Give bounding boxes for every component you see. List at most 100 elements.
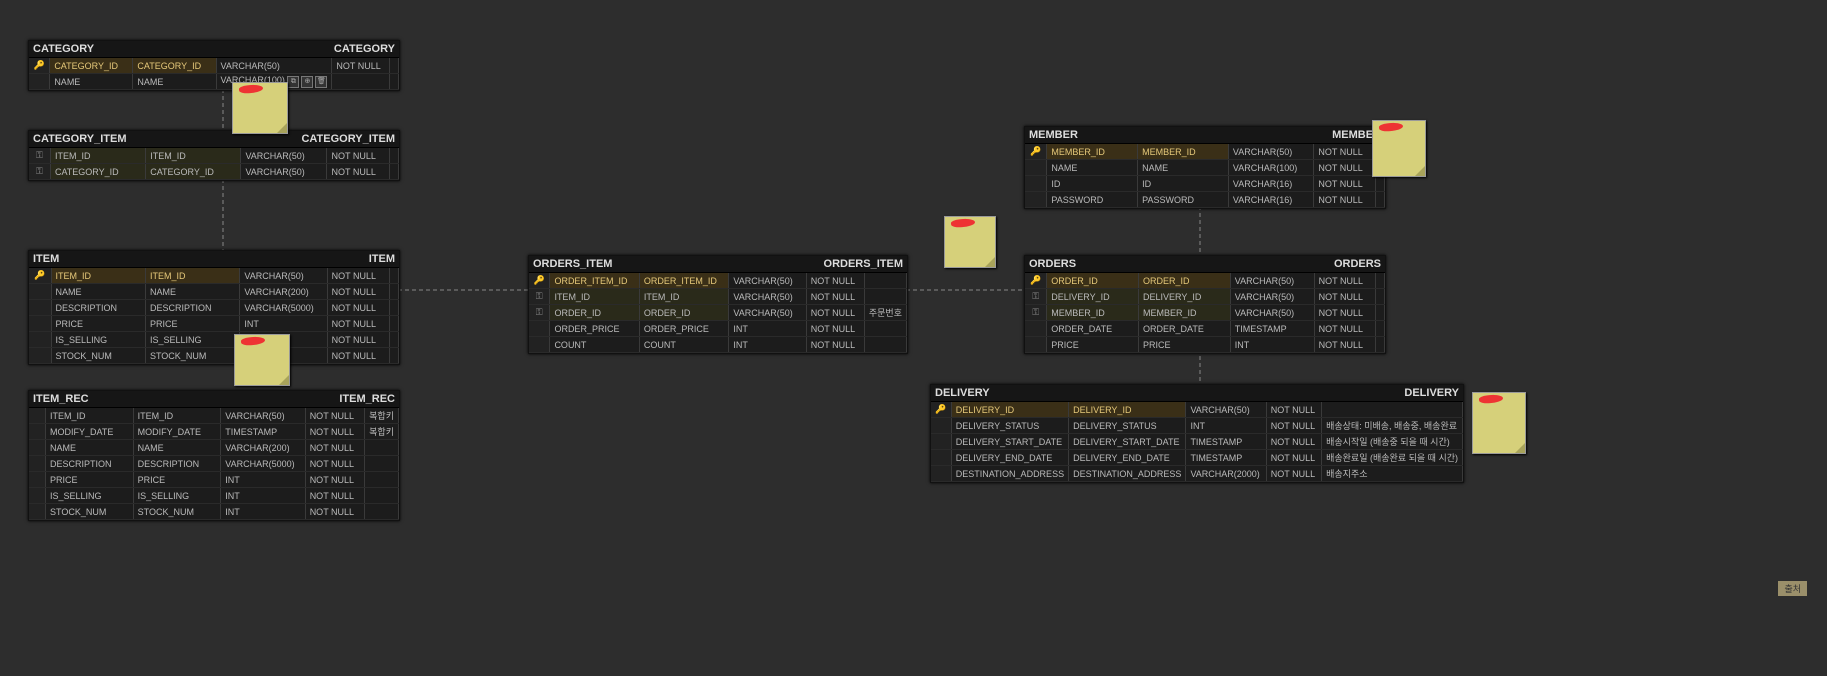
column-row[interactable]: DESCRIPTIONDESCRIPTIONVARCHAR(5000)NOT N… (29, 300, 399, 316)
column-row[interactable]: ⚿CATEGORY_IDCATEGORY_IDVARCHAR(50)NOT NU… (29, 164, 399, 180)
column-row[interactable]: IS_SELLINGIS_SELLINGINTNOT NULL (29, 488, 399, 504)
column-logical-name: DESTINATION_ADDRESS (1069, 466, 1186, 482)
column-row[interactable]: DESTINATION_ADDRESSDESTINATION_ADDRESSVA… (931, 466, 1463, 482)
entity-category-item[interactable]: CATEGORY_ITEM CATEGORY_ITEM ⚿ITEM_IDITEM… (28, 130, 400, 181)
copy-icon[interactable]: ⧉ (287, 76, 299, 88)
column-row[interactable]: PRICEPRICEINTNOT NULL (29, 472, 399, 488)
column-comment: 복합키 (365, 408, 399, 424)
column-type: VARCHAR(50) (1230, 305, 1314, 321)
entity-category[interactable]: CATEGORY CATEGORY 🔑CATEGORY_IDCATEGORY_I… (28, 40, 400, 91)
foreign-key-icon: ⚿ (536, 291, 543, 301)
column-row[interactable]: STOCK_NUMSTOCK_NUMINTNOT NULL (29, 348, 399, 364)
key-icon-cell: ⚿ (529, 289, 550, 305)
column-name: NAME (46, 440, 134, 456)
column-row[interactable]: PASSWORDPASSWORDVARCHAR(16)NOT NULL (1025, 192, 1385, 208)
column-nullable: NOT NULL (1266, 450, 1321, 466)
column-row[interactable]: 🔑ORDER_ITEM_IDORDER_ITEM_IDVARCHAR(50)NO… (529, 273, 907, 289)
entity-title-left: ITEM (33, 253, 59, 265)
column-row[interactable]: ORDER_DATEORDER_DATETIMESTAMPNOT NULL (1025, 321, 1385, 337)
column-comment (1376, 337, 1385, 353)
entity-columns: 🔑ORDER_IDORDER_IDVARCHAR(50)NOT NULL⚿DEL… (1025, 273, 1385, 353)
inline-tool-icons[interactable]: ⧉⊕🗑 (287, 76, 327, 88)
entity-title-right: ITEM_REC (339, 393, 395, 405)
entity-header[interactable]: ITEM_REC ITEM_REC (29, 391, 399, 408)
column-logical-name: STOCK_NUM (133, 504, 221, 520)
column-row[interactable]: ITEM_IDITEM_IDVARCHAR(50)NOT NULL복합키 (29, 408, 399, 424)
erd-canvas[interactable]: CATEGORY CATEGORY 🔑CATEGORY_IDCATEGORY_I… (0, 0, 1827, 676)
column-row[interactable]: 🔑DELIVERY_IDDELIVERY_IDVARCHAR(50)NOT NU… (931, 402, 1463, 418)
column-comment: 배송지주소 (1322, 466, 1463, 482)
footer-badge[interactable]: 출처 (1778, 581, 1807, 596)
entity-header[interactable]: CATEGORY CATEGORY (29, 41, 399, 58)
column-row[interactable]: ⚿ITEM_IDITEM_IDVARCHAR(50)NOT NULL (529, 289, 907, 305)
column-comment (365, 472, 399, 488)
column-row[interactable]: DESCRIPTIONDESCRIPTIONVARCHAR(5000)NOT N… (29, 456, 399, 472)
entity-columns: ITEM_IDITEM_IDVARCHAR(50)NOT NULL복합키MODI… (29, 408, 399, 520)
column-logical-name: NAME (1138, 160, 1229, 176)
entity-columns: 🔑ITEM_IDITEM_IDVARCHAR(50)NOT NULLNAMENA… (29, 268, 399, 364)
entity-orders-item[interactable]: ORDERS_ITEM ORDERS_ITEM 🔑ORDER_ITEM_IDOR… (528, 255, 908, 354)
column-nullable: NOT NULL (806, 321, 864, 337)
entity-delivery[interactable]: DELIVERY DELIVERY 🔑DELIVERY_IDDELIVERY_I… (930, 384, 1464, 483)
entity-orders[interactable]: ORDERS ORDERS 🔑ORDER_IDORDER_IDVARCHAR(5… (1024, 255, 1386, 354)
key-icon-cell (29, 300, 51, 316)
column-type: VARCHAR(5000) (240, 300, 327, 316)
key-icon-cell (1025, 337, 1047, 353)
column-row[interactable]: ⚿MEMBER_IDMEMBER_IDVARCHAR(50)NOT NULL (1025, 305, 1385, 321)
column-row[interactable]: 🔑CATEGORY_IDCATEGORY_IDVARCHAR(50)NOT NU… (29, 58, 399, 74)
entity-member[interactable]: MEMBER MEMBER 🔑MEMBER_IDMEMBER_IDVARCHAR… (1024, 126, 1386, 209)
column-row[interactable]: 🔑ORDER_IDORDER_IDVARCHAR(50)NOT NULL (1025, 273, 1385, 289)
column-logical-name: NAME (133, 74, 216, 90)
sticky-note[interactable] (1472, 392, 1526, 454)
column-row[interactable]: STOCK_NUMSTOCK_NUMINTNOT NULL (29, 504, 399, 520)
column-row[interactable]: NAMENAMEVARCHAR(100)NOT NULL (1025, 160, 1385, 176)
column-row[interactable]: IS_SELLINGIS_SELLINGINTNOT NULL (29, 332, 399, 348)
column-row[interactable]: ⚿ITEM_IDITEM_IDVARCHAR(50)NOT NULL (29, 148, 399, 164)
entity-item[interactable]: ITEM ITEM 🔑ITEM_IDITEM_IDVARCHAR(50)NOT … (28, 250, 400, 365)
column-row[interactable]: NAMENAMEVARCHAR(200)NOT NULL (29, 440, 399, 456)
entity-header[interactable]: CATEGORY_ITEM CATEGORY_ITEM (29, 131, 399, 148)
column-name: MEMBER_ID (1047, 144, 1138, 160)
column-row[interactable]: PRICEPRICEINTNOT NULL (29, 316, 399, 332)
entity-header[interactable]: DELIVERY DELIVERY (931, 385, 1463, 402)
column-row[interactable]: 🔑MEMBER_IDMEMBER_IDVARCHAR(50)NOT NULL (1025, 144, 1385, 160)
column-row[interactable]: ⚿DELIVERY_IDDELIVERY_IDVARCHAR(50)NOT NU… (1025, 289, 1385, 305)
column-row[interactable]: PRICEPRICEINTNOT NULL (1025, 337, 1385, 353)
entity-header[interactable]: ITEM ITEM (29, 251, 399, 268)
sticky-note[interactable] (944, 216, 996, 268)
column-row[interactable]: IDIDVARCHAR(16)NOT NULL (1025, 176, 1385, 192)
column-nullable: NOT NULL (1266, 418, 1321, 434)
column-comment (1376, 273, 1385, 289)
column-row[interactable]: NAMENAMEVARCHAR(100) ⧉⊕🗑 (29, 74, 399, 90)
column-name: NAME (51, 284, 145, 300)
entity-header[interactable]: ORDERS ORDERS (1025, 256, 1385, 273)
key-icon-cell (29, 472, 46, 488)
primary-key-icon: 🔑 (34, 270, 45, 280)
column-logical-name: NAME (133, 440, 221, 456)
column-name: PASSWORD (1047, 192, 1138, 208)
column-row[interactable]: DELIVERY_STATUSDELIVERY_STATUSINTNOT NUL… (931, 418, 1463, 434)
key-icon-cell (29, 440, 46, 456)
entity-header[interactable]: ORDERS_ITEM ORDERS_ITEM (529, 256, 907, 273)
column-row[interactable]: DELIVERY_START_DATEDELIVERY_START_DATETI… (931, 434, 1463, 450)
column-nullable: NOT NULL (1314, 160, 1376, 176)
column-row[interactable]: DELIVERY_END_DATEDELIVERY_END_DATETIMEST… (931, 450, 1463, 466)
column-comment (864, 273, 906, 289)
column-name: ORDER_DATE (1047, 321, 1139, 337)
sticky-note[interactable] (232, 82, 288, 134)
column-row[interactable]: 🔑ITEM_IDITEM_IDVARCHAR(50)NOT NULL (29, 268, 399, 284)
column-row[interactable]: COUNTCOUNTINTNOT NULL (529, 337, 907, 353)
entity-header[interactable]: MEMBER MEMBER (1025, 127, 1385, 144)
column-row[interactable]: NAMENAMEVARCHAR(200)NOT NULL (29, 284, 399, 300)
sticky-note[interactable] (234, 334, 290, 386)
column-logical-name: CATEGORY_ID (146, 164, 241, 180)
sticky-note[interactable] (1372, 120, 1426, 177)
globe-icon[interactable]: ⊕ (301, 76, 313, 88)
column-row[interactable]: ORDER_PRICEORDER_PRICEINTNOT NULL (529, 321, 907, 337)
column-row[interactable]: MODIFY_DATEMODIFY_DATETIMESTAMPNOT NULL복… (29, 424, 399, 440)
entity-item-rec[interactable]: ITEM_REC ITEM_REC ITEM_IDITEM_IDVARCHAR(… (28, 390, 400, 521)
delete-icon[interactable]: 🗑 (315, 76, 327, 88)
column-row[interactable]: ⚿ORDER_IDORDER_IDVARCHAR(50)NOT NULL주문번호 (529, 305, 907, 321)
column-name: ITEM_ID (550, 289, 639, 305)
column-name: STOCK_NUM (51, 348, 145, 364)
